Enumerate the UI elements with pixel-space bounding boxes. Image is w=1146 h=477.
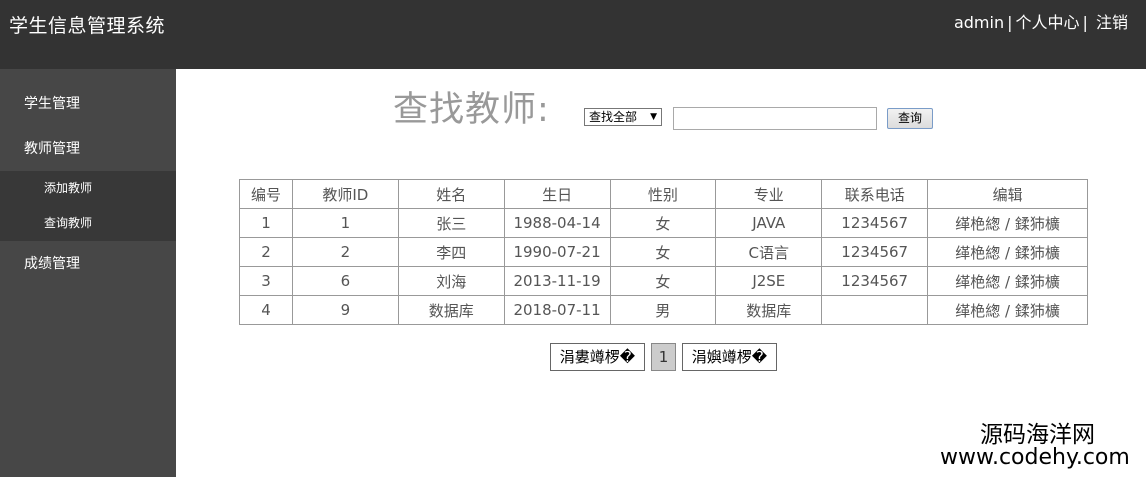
table-header-row: 编号 教师ID 姓名 生日 性别 专业 联系电话 编辑 <box>239 179 1088 209</box>
table-cell: 李四 <box>397 237 505 267</box>
table-cell: 女 <box>609 237 717 267</box>
search-input[interactable] <box>673 107 877 130</box>
dropdown-arrow-icon: ▼ <box>650 112 657 122</box>
nav-separator: | <box>1007 13 1013 32</box>
table-cell: 张三 <box>397 208 505 238</box>
nav-separator: | <box>1082 13 1088 32</box>
column-header: 性别 <box>609 179 717 209</box>
profile-link[interactable]: 个人中心 <box>1015 13 1079 32</box>
row-edit-actions[interactable]: 缂栬緫 / 鍒犻櫎 <box>927 208 1088 238</box>
table-cell: 1990-07-21 <box>503 237 611 267</box>
user-nav: admin | 个人中心 | 注销 <box>954 12 1128 34</box>
table-cell: 数据库 <box>397 295 505 325</box>
table-cell: 2018-07-11 <box>503 295 611 325</box>
table-row: 2 2 李四 1990-07-21 女 C语言 1234567 缂栬緫 / 鍒犻… <box>239 237 1088 267</box>
sidebar-item-student-management[interactable]: 学生管理 <box>0 84 176 124</box>
table-cell: 9 <box>291 295 399 325</box>
table-cell: 1234567 <box>821 208 929 238</box>
sidebar-subitem-query-teacher[interactable]: 查询教师 <box>0 206 176 241</box>
teacher-table: 编号 教师ID 姓名 生日 性别 专业 联系电话 编辑 1 1 张三 1988-… <box>239 179 1088 325</box>
column-header: 姓名 <box>397 179 505 209</box>
table-cell: J2SE <box>715 266 823 296</box>
column-header: 教师ID <box>291 179 399 209</box>
table-cell: 6 <box>291 266 399 296</box>
table-cell: 女 <box>609 208 717 238</box>
table-cell: 2 <box>291 237 399 267</box>
sidebar-submenu: 添加教师 查询教师 <box>0 171 176 241</box>
table-cell: 2 <box>239 237 293 267</box>
table-cell: C语言 <box>715 237 823 267</box>
username-link[interactable]: admin <box>954 13 1004 32</box>
table-cell: 1 <box>239 208 293 238</box>
sidebar-subitem-add-teacher[interactable]: 添加教师 <box>0 171 176 206</box>
column-header: 生日 <box>503 179 611 209</box>
row-edit-actions[interactable]: 缂栬緫 / 鍒犻櫎 <box>927 237 1088 267</box>
sidebar: 学生管理 教师管理 添加教师 查询教师 成绩管理 <box>0 69 176 477</box>
table-cell: 男 <box>609 295 717 325</box>
table-cell: 1988-04-14 <box>503 208 611 238</box>
search-button[interactable]: 查询 <box>887 108 933 129</box>
column-header: 编号 <box>239 179 293 209</box>
table-cell: 1 <box>291 208 399 238</box>
table-cell: 数据库 <box>715 295 823 325</box>
table-cell: 刘海 <box>397 266 505 296</box>
column-header: 编辑 <box>927 179 1088 209</box>
table-cell: 女 <box>609 266 717 296</box>
row-edit-actions[interactable]: 缂栬緫 / 鍒犻櫎 <box>927 266 1088 296</box>
table-cell: 1234567 <box>821 237 929 267</box>
column-header: 专业 <box>715 179 823 209</box>
prev-page-button[interactable]: 涓婁竴椤� <box>550 343 645 371</box>
search-scope-select[interactable]: 查找全部 ▼ <box>584 108 662 126</box>
table-cell: JAVA <box>715 208 823 238</box>
top-header: 学生信息管理系统 admin | 个人中心 | 注销 <box>0 0 1146 69</box>
search-scope-value: 查找全部 <box>589 110 638 124</box>
search-title: 查找教师: <box>393 90 550 130</box>
table-cell: 2013-11-19 <box>503 266 611 296</box>
table-cell: 1234567 <box>821 266 929 296</box>
app-title: 学生信息管理系统 <box>9 15 166 37</box>
table-row: 1 1 张三 1988-04-14 女 JAVA 1234567 缂栬緫 / 鍒… <box>239 208 1088 238</box>
table-cell: 4 <box>239 295 293 325</box>
sidebar-item-score-management[interactable]: 成绩管理 <box>0 244 176 284</box>
current-page-indicator: 1 <box>651 343 676 371</box>
watermark-url: www.codehy.com <box>940 445 1130 470</box>
column-header: 联系电话 <box>821 179 929 209</box>
table-cell <box>821 295 929 325</box>
row-edit-actions[interactable]: 缂栬緫 / 鍒犻櫎 <box>927 295 1088 325</box>
sidebar-item-teacher-management[interactable]: 教师管理 <box>0 129 176 169</box>
table-row: 4 9 数据库 2018-07-11 男 数据库 缂栬緫 / 鍒犻櫎 <box>239 295 1088 325</box>
logout-link[interactable]: 注销 <box>1096 13 1128 32</box>
table-row: 3 6 刘海 2013-11-19 女 J2SE 1234567 缂栬緫 / 鍒… <box>239 266 1088 296</box>
next-page-button[interactable]: 涓嬩竴椤� <box>682 343 777 371</box>
table-cell: 3 <box>239 266 293 296</box>
